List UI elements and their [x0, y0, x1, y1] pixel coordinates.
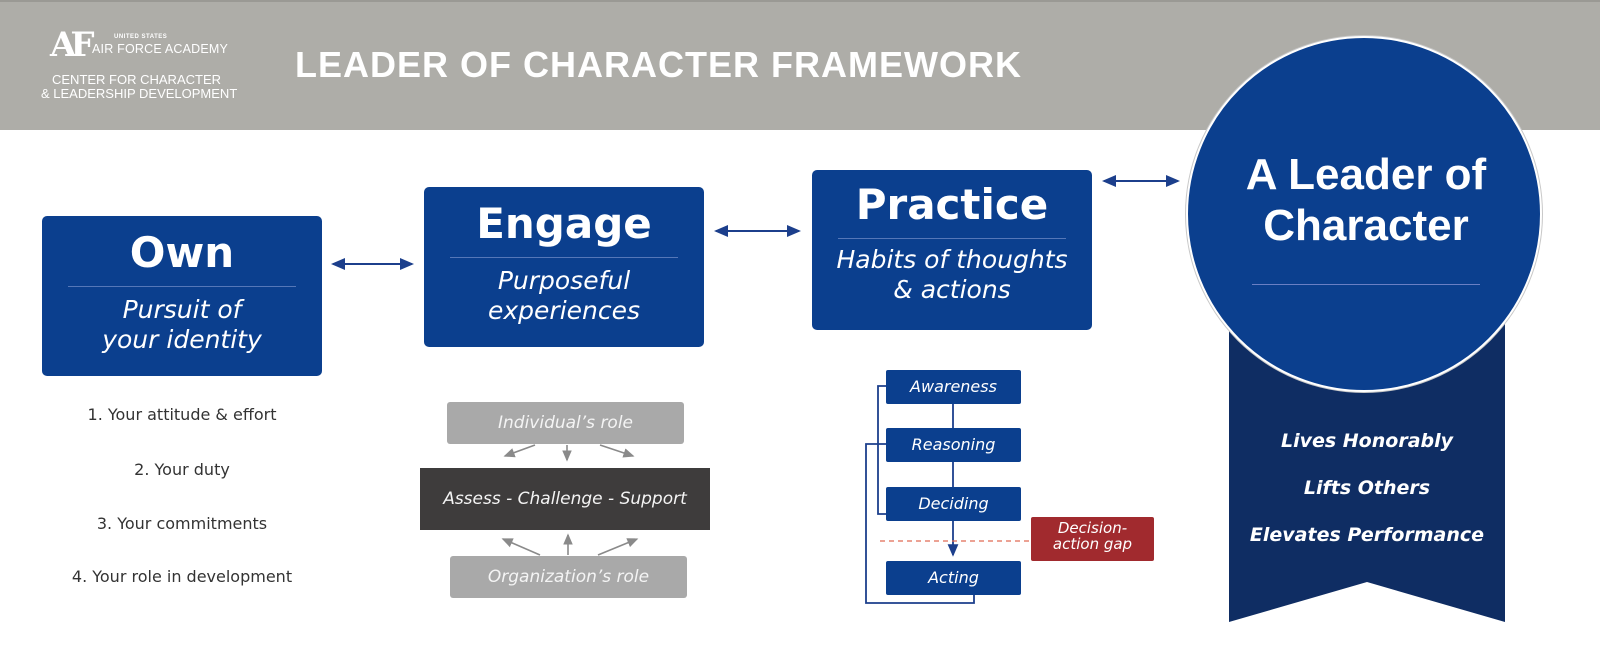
trait-elevates-performance: Elevates Performance — [1249, 524, 1485, 546]
trait-lives-honorably: Lives Honorably — [1280, 430, 1454, 452]
leader-title: A Leader of Character — [1196, 150, 1536, 251]
step-reasoning: Reasoning — [886, 428, 1021, 462]
engage-subtitle-line1: Purposeful — [497, 266, 631, 296]
practice-box: Practice Habits of thoughts & actions — [812, 170, 1092, 330]
leader-title-line2: Character — [1263, 200, 1469, 250]
own-subtitle-line1: Pursuit of — [122, 295, 242, 325]
own-subtitle-line2: your identity — [102, 325, 262, 355]
own-box: Own Pursuit of your identity — [42, 216, 322, 376]
practice-heading: Practice — [855, 180, 1049, 229]
step-acting: Acting — [886, 561, 1021, 595]
gap-line2: action gap — [1052, 534, 1133, 553]
own-heading: Own — [129, 228, 235, 277]
engage-heading: Engage — [476, 199, 652, 248]
engage-subtitle-line2: experiences — [487, 296, 641, 326]
individual-role-arrows — [503, 444, 635, 462]
own-list-item: 3. Your commitments — [96, 514, 268, 533]
assess-challenge-support-box: Assess - Challenge - Support — [420, 468, 710, 530]
practice-subtitle-line1: Habits of thoughts — [836, 245, 1068, 275]
step-deciding: Deciding — [886, 487, 1021, 521]
leader-title-line1: A Leader of — [1245, 150, 1487, 199]
engage-divider — [450, 257, 678, 259]
own-divider — [68, 286, 296, 288]
decision-action-gap-label: Decision- action gap — [1031, 517, 1154, 561]
practice-subtitle-line2: & actions — [893, 275, 1011, 305]
trait-lifts-others: Lifts Others — [1303, 477, 1431, 499]
own-list-item: 4. Your role in development — [71, 567, 293, 586]
organization-role-arrows — [501, 533, 639, 556]
engage-box: Engage Purposeful experiences — [424, 187, 704, 347]
step-awareness: Awareness — [886, 370, 1021, 404]
individual-role-box: Individual’s role — [447, 402, 684, 444]
leader-divider — [1252, 284, 1480, 285]
organization-role-box: Organization’s role — [450, 556, 687, 598]
own-list-item: 1. Your attitude & effort — [87, 405, 277, 424]
own-list-item: 2. Your duty — [134, 460, 230, 479]
practice-divider — [838, 238, 1066, 240]
